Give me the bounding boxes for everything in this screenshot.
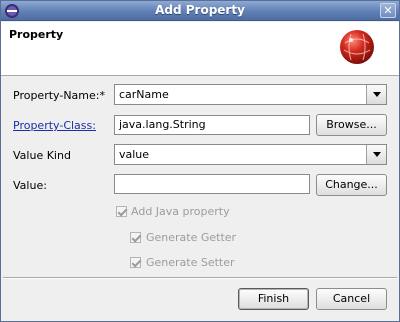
property-name-value: carName xyxy=(119,88,169,101)
window-title: Add Property xyxy=(155,3,245,17)
browse-button[interactable]: Browse... xyxy=(316,114,387,136)
finish-button[interactable]: Finish xyxy=(238,288,309,310)
value-label: Value: xyxy=(13,179,47,192)
separator xyxy=(3,277,397,279)
change-button[interactable]: Change... xyxy=(316,174,387,196)
add-property-dialog: Add Property ✕ Property Property-Name:* … xyxy=(0,0,400,322)
chevron-down-icon[interactable] xyxy=(366,145,386,164)
header-banner: Property xyxy=(1,22,399,76)
generate-setter-checkbox[interactable] xyxy=(130,257,141,268)
generate-setter-label: Generate Setter xyxy=(146,256,235,269)
chevron-down-icon[interactable] xyxy=(366,85,386,104)
property-class-field[interactable]: java.lang.String xyxy=(114,115,310,135)
cancel-button[interactable]: Cancel xyxy=(316,288,387,310)
value-kind-label: Value Kind xyxy=(13,149,71,162)
add-java-property-label: Add Java property xyxy=(131,205,230,218)
property-name-label: Property-Name:* xyxy=(13,89,105,102)
value-kind-value: value xyxy=(119,148,150,161)
generate-getter-checkbox[interactable] xyxy=(130,232,141,243)
banner-title: Property xyxy=(9,28,64,41)
generate-getter-label: Generate Getter xyxy=(146,231,237,244)
red-sphere-logo-icon xyxy=(340,30,374,64)
value-field[interactable] xyxy=(114,174,310,194)
title-bar[interactable]: Add Property ✕ xyxy=(1,1,399,21)
add-java-property-checkbox[interactable] xyxy=(116,206,127,217)
close-button[interactable]: ✕ xyxy=(380,3,396,18)
value-kind-combo[interactable]: value xyxy=(114,144,387,165)
property-name-combo[interactable]: carName xyxy=(114,84,387,105)
property-class-link[interactable]: Property-Class: xyxy=(13,119,96,132)
